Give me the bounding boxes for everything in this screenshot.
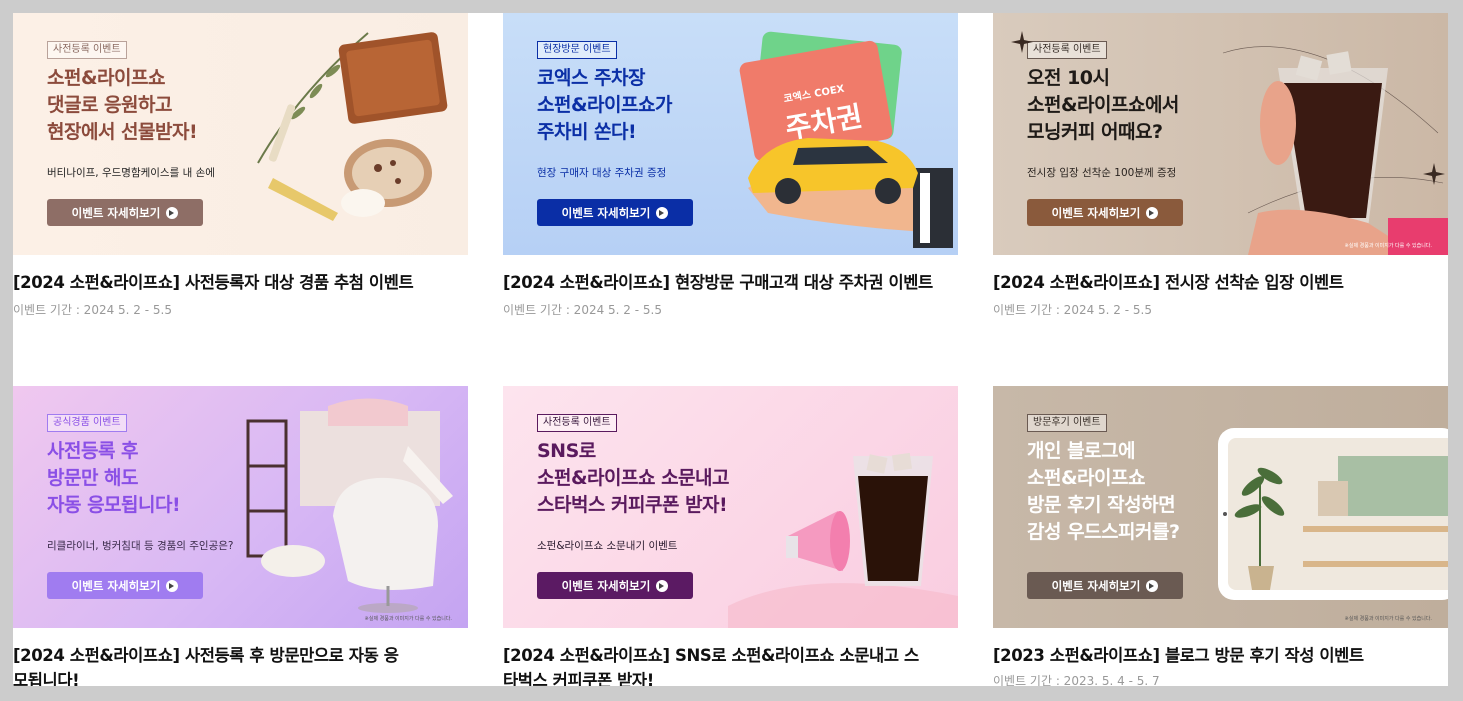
- event-badge: 현장방문 이벤트: [537, 41, 617, 59]
- event-detail-button[interactable]: 이벤트 자세히보기: [1027, 199, 1183, 226]
- banner-subtext: 전시장 입장 선착순 100분께 증정: [1027, 167, 1177, 179]
- banner-headline: 소펀&라이프쇼 댓글로 응원하고 현장에서 선물받자!: [47, 67, 198, 143]
- iced-coffee-hand-illustration: [1222, 46, 1448, 255]
- event-banner-6[interactable]: 방문후기 이벤트 개인 블로그에 소펀&라이프쇼 방문 후기 작성하면 감성 우…: [993, 386, 1448, 628]
- arrow-right-icon: [166, 206, 179, 219]
- arrow-right-icon: [1146, 206, 1159, 219]
- event-card-4[interactable]: 공식경품 이벤트 사전등록 후 방문만 해도 자동 응모됩니다! 리클라이너, …: [13, 386, 469, 686]
- event-period: 이벤트 기간 : 2024 5. 2 - 5.5: [503, 303, 662, 317]
- event-banner-1[interactable]: 사전등록 이벤트 소펀&라이프쇼 댓글로 응원하고 현장에서 선물받자! 버티나…: [13, 13, 468, 255]
- event-title[interactable]: [2024 소펀&라이프쇼] 사전등록자 대상 경품 추첨 이벤트: [13, 270, 469, 295]
- event-badge: 공식경품 이벤트: [47, 414, 127, 432]
- phone-room-illustration: [1218, 428, 1448, 600]
- event-title[interactable]: [2023 소펀&라이프쇼] 블로그 방문 후기 작성 이벤트: [993, 643, 1448, 668]
- event-title[interactable]: [2024 소펀&라이프쇼] SNS로 소펀&라이프쇼 소문내고 스타벅스 커피…: [503, 643, 923, 686]
- sparkle-icon: [1011, 31, 1033, 53]
- recliner-bunk-bed-illustration: [246, 398, 453, 613]
- event-banner-2[interactable]: 현장방문 이벤트 코엑스 주차장 소펀&라이프쇼가 주차비 쏜다! 현장 구매자…: [503, 13, 958, 255]
- fine-print: ※실제 경품과 이미지가 다를 수 있습니다.: [364, 616, 452, 622]
- event-badge: 사전등록 이벤트: [1027, 41, 1107, 59]
- banner-subtext: 현장 구매자 대상 주차권 증정: [537, 167, 667, 179]
- arrow-right-icon: [166, 579, 179, 592]
- cutting-board-bread-illustration: [257, 32, 448, 221]
- banner-subtext: 리클라이너, 벙커침대 등 경품의 주인공은?: [47, 540, 234, 552]
- event-title[interactable]: [2024 소펀&라이프쇼] 전시장 선착순 입장 이벤트: [993, 270, 1448, 295]
- event-card-1[interactable]: 사전등록 이벤트 소펀&라이프쇼 댓글로 응원하고 현장에서 선물받자! 버티나…: [13, 13, 469, 318]
- event-detail-button[interactable]: 이벤트 자세히보기: [537, 572, 693, 599]
- event-card-3[interactable]: 사전등록 이벤트 오전 10시 소펀&라이프쇼에서 모닝커피 어때요? 전시장 …: [993, 13, 1448, 318]
- event-card-6[interactable]: 방문후기 이벤트 개인 블로그에 소펀&라이프쇼 방문 후기 작성하면 감성 우…: [993, 386, 1448, 686]
- event-detail-button[interactable]: 이벤트 자세히보기: [1027, 572, 1183, 599]
- event-banner-3[interactable]: 사전등록 이벤트 오전 10시 소펀&라이프쇼에서 모닝커피 어때요? 전시장 …: [993, 13, 1448, 255]
- event-period: 이벤트 기간 : 2023. 5. 4 - 5. 7: [993, 674, 1160, 686]
- banner-headline: 사전등록 후 방문만 해도 자동 응모됩니다!: [47, 440, 181, 516]
- event-badge: 사전등록 이벤트: [537, 414, 617, 432]
- event-badge: 방문후기 이벤트: [1027, 414, 1107, 432]
- event-period: 이벤트 기간 : 2024 5. 2 - 5.5: [993, 303, 1152, 317]
- event-banner-5[interactable]: 사전등록 이벤트 SNS로 소펀&라이프쇼 소문내고 스타벅스 커피쿠폰 받자!…: [503, 386, 958, 628]
- event-detail-button[interactable]: 이벤트 자세히보기: [47, 572, 203, 599]
- arrow-right-icon: [656, 579, 669, 592]
- sparkle-icon: [1423, 163, 1445, 185]
- event-card-2[interactable]: 현장방문 이벤트 코엑스 주차장 소펀&라이프쇼가 주차비 쏜다! 현장 구매자…: [503, 13, 959, 318]
- event-card-5[interactable]: 사전등록 이벤트 SNS로 소펀&라이프쇼 소문내고 스타벅스 커피쿠폰 받자!…: [503, 386, 959, 686]
- event-banner-4[interactable]: 공식경품 이벤트 사전등록 후 방문만 해도 자동 응모됩니다! 리클라이너, …: [13, 386, 468, 628]
- event-badge: 사전등록 이벤트: [47, 41, 127, 59]
- banner-headline: 오전 10시 소펀&라이프쇼에서 모닝커피 어때요?: [1027, 67, 1179, 143]
- event-title[interactable]: [2024 소펀&라이프쇼] 사전등록 후 방문만으로 자동 응모됩니다!: [13, 643, 403, 686]
- banner-headline: SNS로 소펀&라이프쇼 소문내고 스타벅스 커피쿠폰 받자!: [537, 440, 730, 516]
- fine-print: ※실제 경품과 이미지가 다를 수 있습니다.: [1344, 243, 1432, 249]
- fine-print: ※실제 경품과 이미지가 다를 수 있습니다.: [1344, 616, 1432, 622]
- coffee-megaphone-illustration: [728, 452, 958, 628]
- arrow-right-icon: [1146, 579, 1159, 592]
- arrow-right-icon: [656, 206, 669, 219]
- event-grid: 사전등록 이벤트 소펀&라이프쇼 댓글로 응원하고 현장에서 선물받자! 버티나…: [13, 13, 1448, 686]
- banner-headline: 개인 블로그에 소펀&라이프쇼 방문 후기 작성하면 감성 우드스피커를?: [1027, 440, 1180, 543]
- event-detail-button[interactable]: 이벤트 자세히보기: [47, 199, 203, 226]
- event-period: 이벤트 기간 : 2024 5. 2 - 5.5: [13, 303, 172, 317]
- event-detail-button[interactable]: 이벤트 자세히보기: [537, 199, 693, 226]
- banner-subtext: 버티나이프, 우드명함케이스를 내 손에: [47, 167, 215, 179]
- event-title[interactable]: [2024 소펀&라이프쇼] 현장방문 구매고객 대상 주차권 이벤트: [503, 270, 959, 295]
- banner-headline: 코엑스 주차장 소펀&라이프쇼가 주차비 쏜다!: [537, 67, 672, 143]
- banner-subtext: 소펀&라이프쇼 소문내기 이벤트: [537, 540, 678, 552]
